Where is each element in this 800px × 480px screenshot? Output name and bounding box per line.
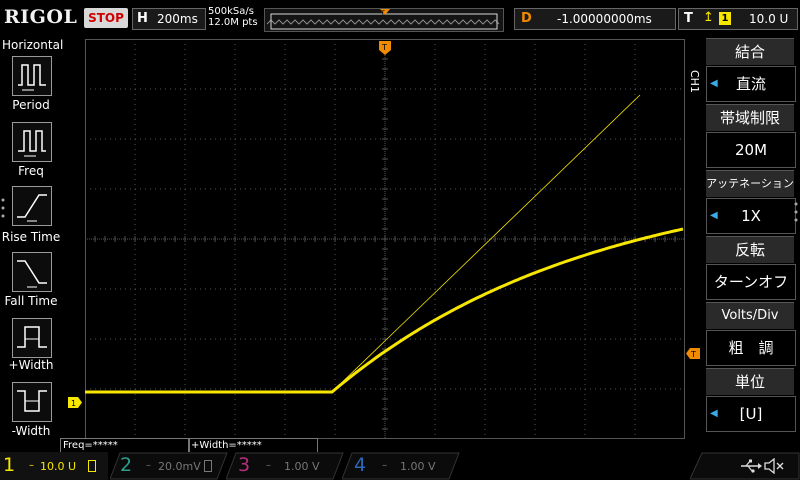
period-button[interactable]: [12, 56, 52, 96]
ch2-coupling-icon: –: [146, 460, 151, 471]
unit-value: [U]: [739, 405, 763, 423]
delay-value: -1.00000000ms: [557, 12, 652, 26]
volts-div-button[interactable]: 粗 調: [706, 330, 796, 366]
invert-title: 反転: [706, 236, 794, 263]
brand-logo: RIGOL: [4, 6, 78, 28]
rising-edge-icon: ↥: [703, 10, 714, 25]
invert-button[interactable]: ターンオフ: [706, 264, 796, 300]
ch1-waveform: [85, 227, 684, 394]
ch2-bandwidth-icon: [204, 460, 212, 472]
timebase-value: 200ms: [157, 12, 198, 26]
negative-width-button[interactable]: [12, 382, 52, 422]
grid-lines: [85, 39, 685, 439]
fall-time-button[interactable]: [12, 252, 52, 292]
attenuation-button[interactable]: ◀ 1X: [706, 198, 796, 234]
ch1-scale: 10.0 U: [40, 460, 77, 473]
positive-width-button[interactable]: [12, 318, 52, 358]
volts-div-title: Volts/Div: [706, 302, 794, 329]
trigger-marker-letter: T: [381, 43, 387, 52]
memory-timeline-waveform: T: [266, 9, 500, 30]
trigger-position-marker[interactable]: T: [379, 40, 391, 55]
bandwidth-limit-title: 帯域制限: [706, 104, 794, 131]
top-status-bar: RIGOL STOP H 200ms 500kSa/s 12.0M pts T …: [0, 0, 800, 34]
coupling-title: 結合: [706, 38, 794, 65]
rise-time-label: Rise Time: [1, 230, 61, 244]
freq-measurement[interactable]: Freq=*****: [60, 438, 190, 453]
bandwidth-limit-button[interactable]: 20M: [706, 132, 796, 168]
ch1-ground-marker[interactable]: 1: [68, 393, 82, 408]
coupling-button[interactable]: ◀ 直流: [706, 66, 796, 102]
channel-menu: 結合 ◀ 直流 帯域制限 20M アッテネーション ◀ 1X 反転 ターンオフ …: [700, 38, 800, 438]
ch1-tab[interactable]: 1 – 10.0 U: [0, 452, 108, 480]
trigger-level-letter: T: [690, 350, 696, 359]
trigger-label: T: [684, 11, 693, 26]
ch1-reference-ramp: [331, 94, 641, 393]
delay-label: D: [521, 11, 532, 26]
trigger-level-value: 10.0 U: [749, 12, 789, 26]
menu-title: Horizontal: [2, 38, 64, 52]
coupling-value: 直流: [735, 75, 766, 93]
ch4-tab[interactable]: 4 – 1.00 V: [342, 452, 460, 480]
ch4-number: 4: [354, 454, 367, 476]
delay-box[interactable]: D -1.00000000ms: [514, 8, 676, 30]
ch3-scale: 1.00 V: [284, 460, 320, 473]
volts-div-value: 粗 調: [728, 339, 774, 357]
freq-icon: [18, 130, 46, 157]
trigger-box[interactable]: T ↥ 1 10.0 U: [678, 8, 798, 30]
fall-time-icon: [17, 260, 47, 288]
horizontal-timebase-box[interactable]: H 200ms: [132, 8, 206, 30]
memory-timeline[interactable]: T: [264, 8, 504, 32]
sample-rate: 500kSa/s: [208, 6, 254, 17]
freq-button[interactable]: [12, 122, 52, 162]
ch1-coupling-icon: –: [29, 460, 34, 471]
run-stop-status[interactable]: STOP: [84, 8, 128, 28]
ch2-number: 2: [120, 454, 133, 476]
usb-icon: [741, 459, 762, 473]
measurement-results: Freq=***** +Width=*****: [60, 438, 320, 453]
ch1-bandwidth-icon: [88, 460, 96, 472]
ch1-ground-label: 1: [71, 399, 76, 408]
trigger-level-marker[interactable]: T: [686, 344, 700, 359]
invert-value: ターンオフ: [713, 273, 789, 291]
rise-time-icon: [17, 194, 47, 222]
ch2-tab[interactable]: 2 – 20.0mV: [110, 452, 228, 480]
horizontal-measure-menu: Horizontal Period Freq Rise Time Fall Ti…: [0, 36, 64, 438]
ch2-scale: 20.0mV: [158, 460, 201, 473]
channel-side-label: CH1: [688, 70, 701, 93]
menu-page-dots: [1, 198, 5, 218]
attenuation-title: アッテネーション: [706, 170, 794, 197]
horizontal-label: H: [137, 11, 148, 26]
positive-width-icon: [17, 326, 47, 348]
unit-title: 単位: [706, 368, 794, 395]
negative-width-icon: [17, 390, 47, 412]
ch4-scale: 1.00 V: [400, 460, 436, 473]
ch1-number: 1: [3, 454, 16, 476]
negative-width-label: -Width: [11, 424, 51, 438]
ch3-tab[interactable]: 3 – 1.00 V: [226, 452, 344, 480]
trigger-source-badge: 1: [719, 12, 731, 25]
channel-status-bar: 1 – 10.0 U 2 – 20.0mV 3 – 1.00 V 4 – 1.0…: [0, 452, 800, 480]
ch3-coupling-icon: –: [266, 460, 271, 471]
memory-depth: 12.0M pts: [208, 17, 258, 28]
freq-label: Freq: [18, 164, 44, 178]
fall-time-label: Fall Time: [4, 294, 58, 308]
period-label: Period: [12, 98, 50, 112]
rise-time-button[interactable]: [12, 186, 52, 226]
width-measurement[interactable]: +Width=*****: [188, 438, 318, 453]
left-arrow-icon: ◀: [710, 78, 718, 89]
ch4-coupling-icon: –: [382, 460, 387, 471]
right-menu-page-dots: [794, 202, 798, 222]
positive-width-label: +Width: [8, 358, 54, 372]
waveform-graticule[interactable]: [85, 39, 685, 439]
left-arrow-icon: ◀: [710, 408, 718, 419]
ch3-number: 3: [238, 454, 251, 476]
left-arrow-icon: ◀: [710, 210, 718, 221]
attenuation-value: 1X: [741, 207, 761, 225]
timeline-trigger-letter: T: [380, 10, 385, 17]
unit-button[interactable]: ◀ [U]: [706, 396, 796, 432]
period-icon: [18, 64, 46, 91]
speaker-mute-icon[interactable]: [764, 458, 786, 474]
bandwidth-limit-value: 20M: [734, 141, 768, 159]
